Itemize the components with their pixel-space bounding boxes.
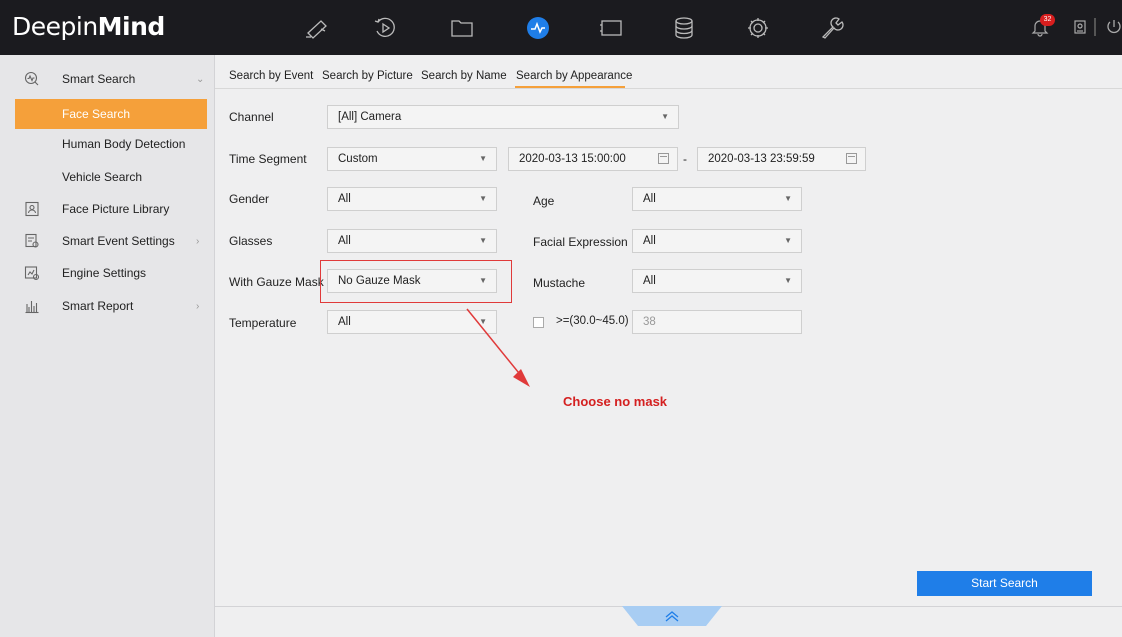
sidebar-item-face-search[interactable]: Face Search bbox=[15, 99, 207, 129]
glasses-label: Glasses bbox=[229, 234, 273, 248]
mustache-label: Mustache bbox=[533, 276, 586, 290]
camera-icon[interactable] bbox=[300, 13, 332, 43]
gauze-mask-select[interactable]: No Gauze Mask ▼ bbox=[327, 269, 497, 293]
chevron-right-icon: › bbox=[196, 235, 200, 247]
notification-badge: 32 bbox=[1040, 14, 1055, 26]
user-icon[interactable] bbox=[1070, 17, 1090, 37]
chevron-down-icon: ⌄ bbox=[196, 73, 205, 85]
sidebar-item-vehicle-search[interactable]: Vehicle Search bbox=[0, 162, 215, 192]
facial-expression-label: Facial Expression bbox=[533, 235, 628, 249]
tab-search-by-name[interactable]: Search by Name bbox=[421, 70, 507, 82]
age-select[interactable]: All ▼ bbox=[632, 187, 802, 211]
top-nav-bar: DeepinMind 32 bbox=[0, 0, 1122, 55]
sidebar: Smart Search ⌄ Face Search Human Body De… bbox=[0, 55, 215, 637]
report-icon bbox=[25, 301, 39, 314]
temperature-range-label: >=(30.0~45.0) bbox=[556, 315, 629, 327]
temperature-threshold-input[interactable]: 38 bbox=[632, 310, 802, 334]
temperature-label: Temperature bbox=[229, 316, 297, 330]
dropdown-arrow-icon: ▼ bbox=[784, 236, 792, 245]
storage-icon[interactable] bbox=[668, 13, 700, 43]
power-icon[interactable] bbox=[1104, 17, 1122, 37]
gender-select[interactable]: All ▼ bbox=[327, 187, 497, 211]
playback-icon[interactable] bbox=[369, 13, 401, 43]
start-search-button[interactable]: Start Search bbox=[917, 571, 1092, 596]
settings-icon[interactable] bbox=[742, 13, 774, 43]
sidebar-item-face-picture-library[interactable]: Face Picture Library bbox=[0, 194, 215, 224]
face-library-icon bbox=[25, 201, 39, 217]
main-content: Search by Event Search by Picture Search… bbox=[215, 55, 1122, 637]
dropdown-arrow-icon: ▼ bbox=[661, 112, 669, 121]
start-time-input[interactable]: 2020-03-13 15:00:00 bbox=[508, 147, 678, 171]
glasses-select[interactable]: All ▼ bbox=[327, 229, 497, 253]
chevron-double-up-icon bbox=[622, 606, 722, 626]
tab-search-by-event[interactable]: Search by Event bbox=[229, 70, 313, 82]
mustache-select[interactable]: All ▼ bbox=[632, 269, 802, 293]
divider bbox=[1094, 18, 1096, 36]
tab-search-by-appearance[interactable]: Search by Appearance bbox=[516, 70, 632, 82]
calendar-icon[interactable] bbox=[846, 153, 857, 164]
time-range-dash: - bbox=[683, 152, 687, 166]
annotation-text: Choose no mask bbox=[563, 394, 668, 409]
channel-select[interactable]: [All] Camera ▼ bbox=[327, 105, 679, 129]
event-settings-icon bbox=[25, 233, 39, 248]
time-segment-label: Time Segment bbox=[229, 152, 307, 166]
age-label: Age bbox=[533, 194, 555, 208]
dropdown-arrow-icon: ▼ bbox=[784, 276, 792, 285]
sidebar-item-smart-event-settings[interactable]: Smart Event Settings › bbox=[0, 226, 215, 256]
active-tab-indicator bbox=[515, 86, 625, 88]
folder-icon[interactable] bbox=[446, 13, 478, 43]
channel-label: Channel bbox=[229, 110, 274, 124]
display-icon[interactable] bbox=[595, 13, 627, 43]
sidebar-item-human-body-detection[interactable]: Human Body Detection bbox=[0, 129, 215, 159]
sidebar-item-smart-report[interactable]: Smart Report › bbox=[0, 291, 215, 321]
end-time-input[interactable]: 2020-03-13 23:59:59 bbox=[697, 147, 866, 171]
facial-expression-select[interactable]: All ▼ bbox=[632, 229, 802, 253]
sidebar-item-engine-settings[interactable]: Engine Settings bbox=[0, 258, 215, 288]
maintenance-icon[interactable] bbox=[816, 13, 848, 43]
dropdown-arrow-icon: ▼ bbox=[784, 194, 792, 203]
dropdown-arrow-icon: ▼ bbox=[479, 154, 487, 163]
tab-search-by-picture[interactable]: Search by Picture bbox=[322, 70, 413, 82]
search-tabs: Search by Event Search by Picture Search… bbox=[215, 55, 1122, 89]
sidebar-item-smart-search[interactable]: Smart Search ⌄ bbox=[0, 64, 215, 94]
gauze-mask-label: With Gauze Mask bbox=[229, 275, 324, 289]
expand-panel-toggle[interactable] bbox=[622, 606, 722, 626]
engine-settings-icon bbox=[24, 266, 40, 281]
calendar-icon[interactable] bbox=[658, 153, 669, 164]
dropdown-arrow-icon: ▼ bbox=[479, 194, 487, 203]
chevron-right-icon: › bbox=[196, 300, 200, 312]
time-segment-select[interactable]: Custom ▼ bbox=[327, 147, 497, 171]
smart-search-icon[interactable] bbox=[522, 13, 554, 43]
smart-search-icon bbox=[24, 71, 39, 86]
app-logo: DeepinMind bbox=[12, 12, 165, 41]
dropdown-arrow-icon: ▼ bbox=[479, 236, 487, 245]
annotation-arrow bbox=[466, 308, 530, 387]
gender-label: Gender bbox=[229, 192, 270, 206]
dropdown-arrow-icon: ▼ bbox=[479, 276, 487, 285]
